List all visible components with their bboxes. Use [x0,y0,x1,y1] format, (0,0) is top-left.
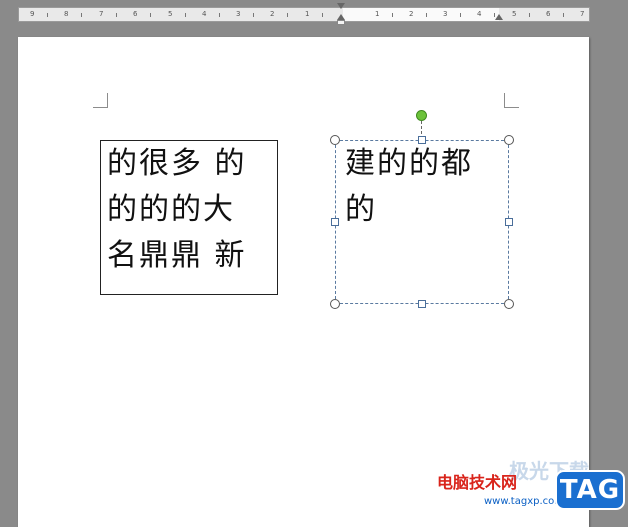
ruler-number: 4 [477,10,482,18]
text-line: 建的的都 [345,146,473,181]
ruler-tick [81,13,82,17]
ruler-tick [185,13,186,17]
ruler-tick [426,13,427,17]
resize-handle-bottom-left[interactable] [330,299,340,309]
text-line: 的 [345,192,377,227]
resize-handle-bottom[interactable] [418,300,426,308]
resize-handle-left[interactable] [331,218,339,226]
ruler-tick [460,13,461,17]
ruler-number: 3 [443,10,448,18]
ruler-tick [392,13,393,17]
rotate-handle[interactable] [416,110,427,121]
text-line: 名鼎鼎 新 [107,238,247,273]
text-box-2-selected[interactable]: 建的的都的 [335,140,509,304]
ruler-number: 1 [305,10,310,18]
ruler-number: 2 [409,10,414,18]
margin-corner-mark [504,93,519,108]
ruler-number: 8 [64,10,69,18]
resize-handle-bottom-right[interactable] [504,299,514,309]
ruler-number: 7 [99,10,104,18]
ruler-number: 6 [546,10,551,18]
ruler-number: 1 [375,10,380,18]
horizontal-ruler[interactable]: 9 8 7 6 5 4 3 2 1 1 2 3 4 5 6 7 [18,7,590,22]
ruler-number: 2 [270,10,275,18]
ruler-tick [563,13,564,17]
ruler-number: 5 [512,10,517,18]
document-page[interactable]: 的很多 的的的的大名鼎鼎 新 建的的都的 [18,37,589,527]
ruler-active-area [343,8,499,21]
watermark-tag-logo: TAG [555,470,625,510]
ruler-tick [47,13,48,17]
watermark-url: www.tagxp.com [484,496,564,507]
text-box-1[interactable]: 的很多 的的的的大名鼎鼎 新 [100,140,278,295]
watermark-site-name: 电脑技术网 [437,473,518,492]
ruler-number: 9 [30,10,35,18]
first-line-indent-marker[interactable] [337,3,345,9]
ruler-number: 5 [168,10,173,18]
ruler-tick [322,13,323,17]
ruler-tick [219,13,220,17]
resize-handle-top-left[interactable] [330,135,340,145]
left-indent-marker[interactable] [337,20,345,25]
text-line: 的很多 的 [107,146,247,181]
ruler-number: 3 [236,10,241,18]
ruler-tick [150,13,151,17]
ruler-number: 6 [133,10,138,18]
margin-corner-mark [93,93,108,108]
ruler-tick [116,13,117,17]
ruler-number: 7 [580,10,585,18]
ruler-number: 4 [202,10,207,18]
text-line: 的的的大 [107,192,235,227]
resize-handle-top[interactable] [418,136,426,144]
right-indent-marker[interactable] [495,14,503,20]
resize-handle-right[interactable] [505,218,513,226]
ruler-tick [529,13,530,17]
ruler-tick [253,13,254,17]
ruler-tick [287,13,288,17]
resize-handle-top-right[interactable] [504,135,514,145]
